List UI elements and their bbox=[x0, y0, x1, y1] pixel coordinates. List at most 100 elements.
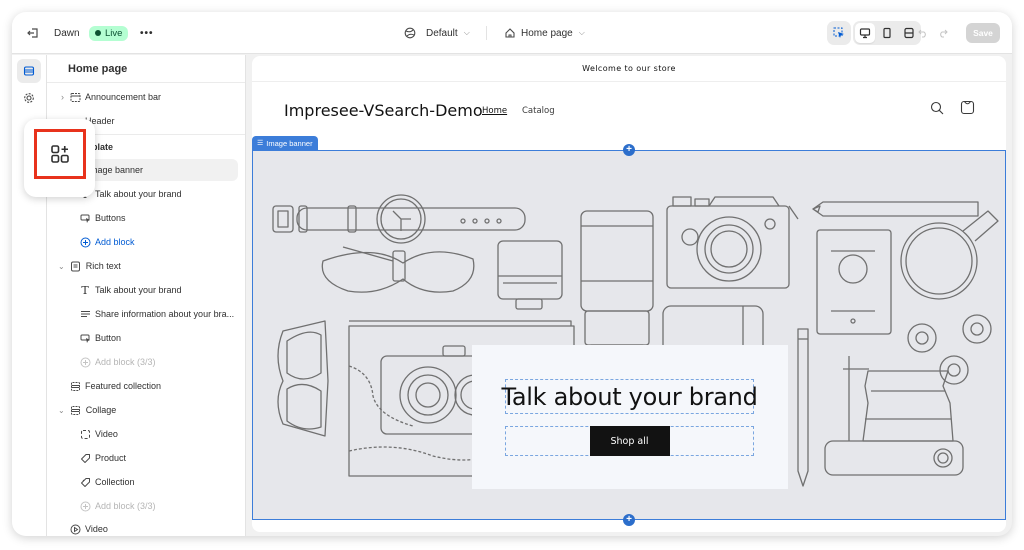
sidebar-item-block-video[interactable]: Video bbox=[47, 423, 245, 445]
inspector-button[interactable] bbox=[829, 23, 849, 43]
top-bar: Dawn Live ••• Default ⌵ Home page ⌵ Save bbox=[12, 12, 1012, 54]
sidebar-item-featured-collection[interactable]: Featured collection bbox=[47, 375, 245, 397]
strap-illustration bbox=[321, 246, 475, 293]
sidebar-item-collage[interactable]: ⌄ Collage bbox=[47, 399, 245, 421]
chevron-down-icon: ⌵ bbox=[578, 28, 585, 37]
sidebar-item-label: Buttons bbox=[95, 213, 126, 223]
collection-icon bbox=[79, 476, 91, 488]
theme-settings-rail-button[interactable] bbox=[17, 86, 41, 110]
undo-icon bbox=[918, 29, 926, 38]
shop-all-button[interactable]: Shop all bbox=[589, 426, 670, 456]
fullscreen-icon bbox=[904, 27, 914, 39]
mobile-view-button[interactable] bbox=[877, 23, 897, 43]
add-apps-button[interactable] bbox=[49, 143, 71, 165]
sidebar-item-label: Video bbox=[85, 524, 108, 534]
video-frame-icon bbox=[79, 428, 91, 440]
section-icon bbox=[70, 404, 82, 416]
sidebar-item-video[interactable]: Video bbox=[47, 518, 245, 536]
sidebar-item-label: Collection bbox=[95, 477, 135, 487]
chevron-right-icon: › bbox=[61, 92, 64, 102]
add-section-top-button[interactable]: + bbox=[623, 144, 635, 156]
sidebar-title: Home page bbox=[47, 55, 245, 83]
watch-illustration bbox=[272, 194, 526, 244]
add-block-label: Add block bbox=[95, 237, 135, 247]
sidebar-item-block-buttons[interactable]: Buttons bbox=[47, 207, 245, 229]
page-select[interactable]: Home page ⌵ bbox=[504, 12, 585, 54]
play-circle-icon bbox=[69, 523, 81, 535]
rich-text-icon bbox=[70, 260, 82, 272]
redo-button[interactable] bbox=[938, 12, 948, 54]
more-actions-button[interactable]: ••• bbox=[140, 12, 154, 54]
apps-highlight-popup bbox=[24, 119, 95, 197]
sidebar-item-rich-text[interactable]: ⌄ Rich text bbox=[47, 255, 245, 277]
divider bbox=[486, 26, 487, 40]
camera-illustration bbox=[666, 196, 799, 289]
view-select[interactable]: Default ⌵ bbox=[404, 12, 470, 54]
inspector-toggle-group bbox=[827, 21, 851, 45]
button-icon bbox=[79, 212, 91, 224]
paragraph-icon bbox=[79, 308, 91, 320]
plus-circle-icon bbox=[79, 356, 91, 368]
globe-icon bbox=[404, 27, 416, 39]
nav-catalog-link[interactable]: Catalog bbox=[522, 106, 555, 116]
section-icon: ☰ bbox=[257, 140, 264, 147]
sidebar-item-label: Rich text bbox=[85, 261, 121, 271]
section-icon bbox=[69, 91, 81, 103]
sidebar-item-block-product[interactable]: Product bbox=[47, 447, 245, 469]
image-banner-section[interactable]: Talk about your brand Shop all bbox=[252, 150, 1006, 520]
vertical-pencil-illustration bbox=[797, 328, 809, 487]
section-label-tag[interactable]: ☰ Image banner bbox=[252, 136, 318, 150]
exit-button[interactable] bbox=[26, 12, 40, 54]
tape-rolls-illustration bbox=[907, 314, 992, 385]
desktop-view-button[interactable] bbox=[855, 23, 875, 43]
sunglasses-illustration bbox=[277, 320, 329, 437]
sidebar-item-block-text[interactable]: T Talk about your brand bbox=[47, 279, 245, 301]
cart-button[interactable] bbox=[960, 100, 975, 120]
apps-add-icon bbox=[51, 145, 69, 163]
banner-content-box: Talk about your brand Shop all bbox=[472, 345, 788, 489]
section-icon bbox=[69, 380, 81, 392]
sidebar-item-label: Announcement bar bbox=[85, 92, 162, 102]
search-icon bbox=[930, 101, 944, 115]
sidebar-item-label: Talk about your brand bbox=[95, 285, 182, 295]
add-block-button-disabled[interactable]: Add block (3/3) bbox=[47, 495, 245, 517]
add-section-bottom-button[interactable]: + bbox=[623, 514, 635, 526]
sections-rail-button[interactable] bbox=[17, 59, 41, 83]
select-cursor-icon bbox=[833, 27, 844, 38]
instant-camera-illustration bbox=[824, 356, 964, 476]
add-block-button[interactable]: Add block bbox=[47, 231, 245, 253]
gear-icon bbox=[24, 93, 34, 103]
sidebar-item-label: Share information about your bra... bbox=[95, 309, 235, 319]
sidebar-item-block-collection[interactable]: Collection bbox=[47, 471, 245, 493]
button-icon bbox=[79, 332, 91, 344]
sidebar-item-label: Video bbox=[95, 429, 118, 439]
sidebar-item-block-paragraph[interactable]: Share information about your bra... bbox=[47, 303, 245, 325]
view-select-label: Default bbox=[426, 27, 458, 39]
save-button[interactable]: Save bbox=[966, 23, 1000, 43]
store-logo[interactable]: Impresee-VSearch-Demo bbox=[284, 101, 483, 120]
sidebar-item-announcement-bar[interactable]: › Announcement bar bbox=[47, 86, 245, 108]
chevron-down-icon: ⌄ bbox=[58, 405, 65, 415]
undo-button[interactable] bbox=[918, 12, 928, 54]
search-button[interactable] bbox=[930, 101, 944, 120]
announcement-bar: Welcome to our store bbox=[252, 56, 1006, 82]
add-block-label: Add block (3/3) bbox=[95, 357, 156, 367]
theme-name: Dawn bbox=[54, 27, 80, 39]
lens-illustration bbox=[497, 240, 563, 310]
sidebar-item-block-button[interactable]: Button bbox=[47, 327, 245, 349]
text-icon: T bbox=[81, 283, 89, 297]
plus-circle-icon bbox=[79, 236, 91, 248]
pencil-illustration bbox=[812, 201, 979, 217]
banner-heading[interactable]: Talk about your brand bbox=[502, 379, 758, 414]
add-block-button-disabled[interactable]: Add block (3/3) bbox=[47, 351, 245, 373]
home-icon bbox=[505, 28, 515, 38]
nav-home-link[interactable]: Home bbox=[482, 106, 507, 116]
chevron-down-icon: ⌵ bbox=[463, 28, 470, 37]
sidebar-item-label: Collage bbox=[85, 405, 117, 415]
store-preview: Welcome to our store Impresee-VSearch-De… bbox=[252, 56, 1006, 532]
add-block-label: Add block (3/3) bbox=[95, 501, 156, 511]
sidebar-item-label: Talk about your brand bbox=[95, 189, 182, 199]
live-status-badge: Live bbox=[89, 25, 129, 41]
fullscreen-view-button[interactable] bbox=[899, 23, 919, 43]
redo-icon bbox=[940, 29, 948, 38]
